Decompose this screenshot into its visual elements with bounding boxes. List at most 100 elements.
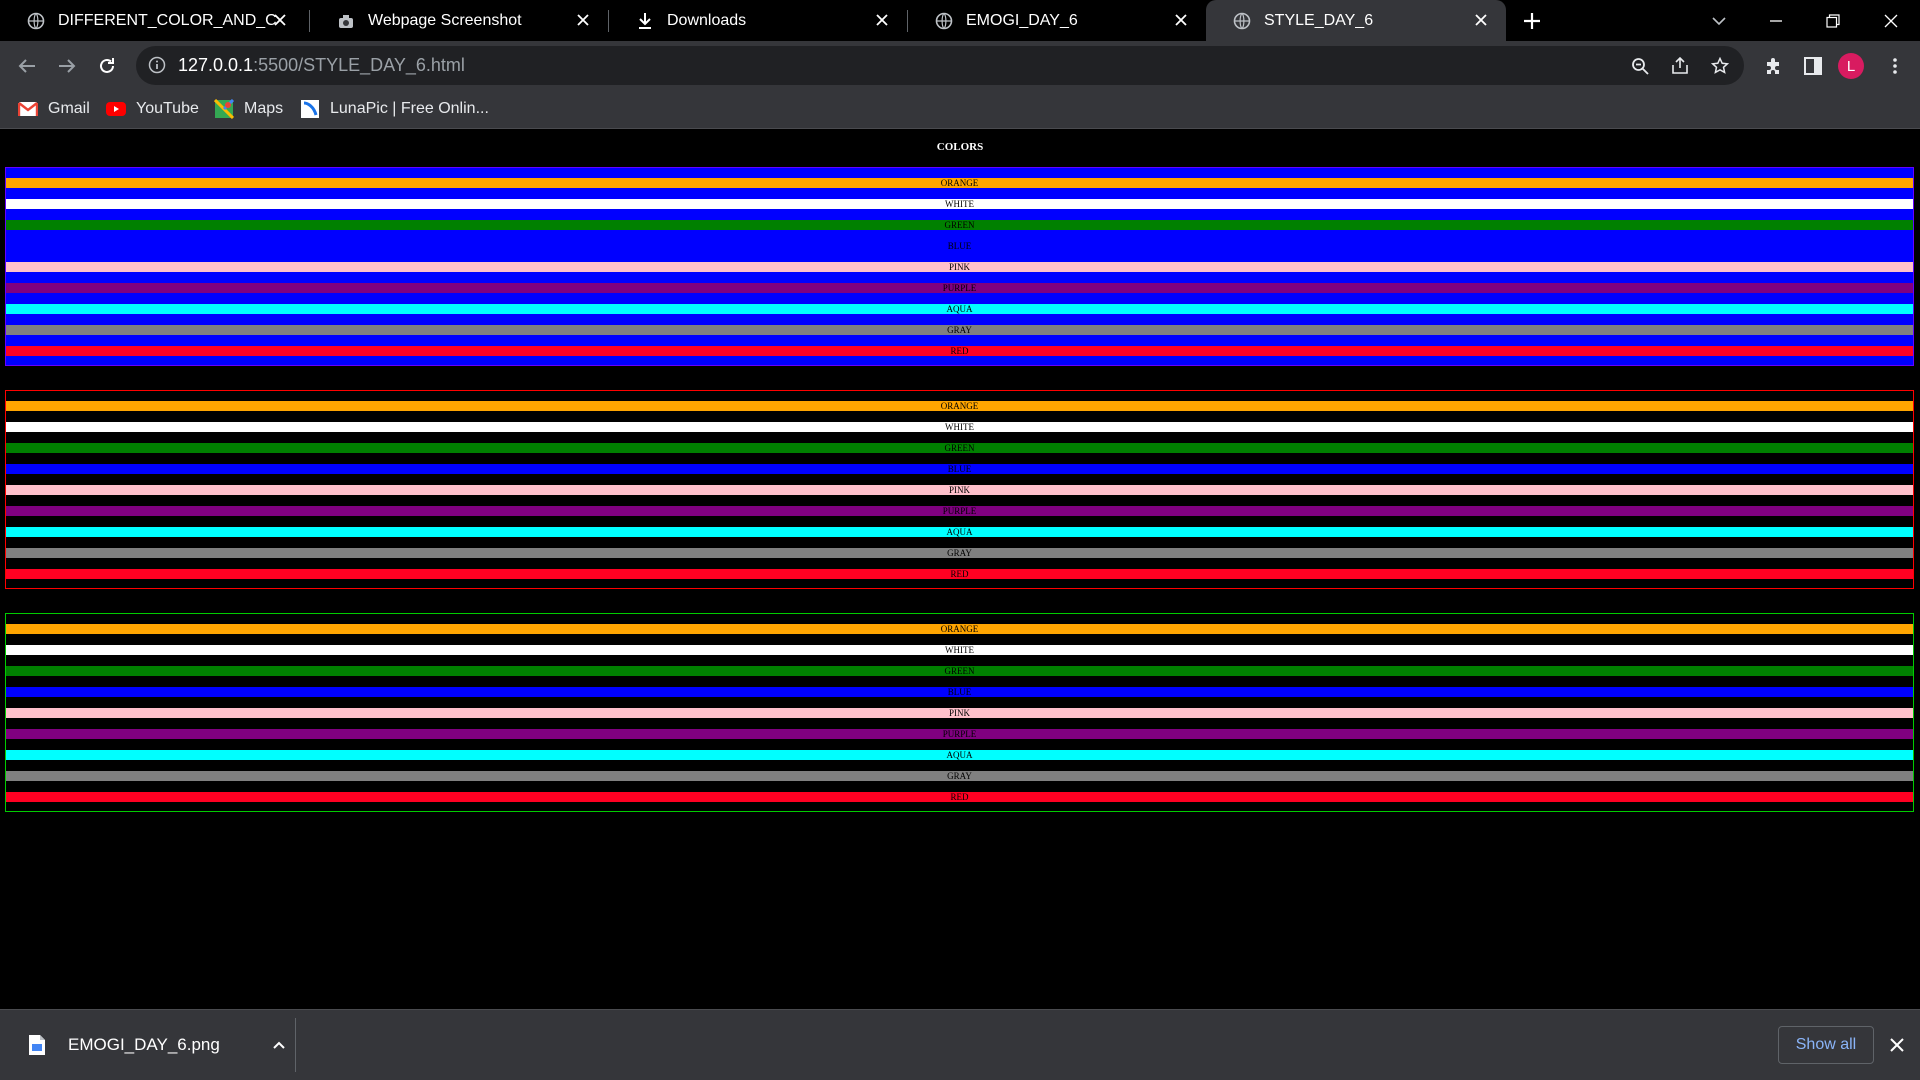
url-path: :5500/STYLE_DAY_6.html [253, 55, 465, 75]
forward-button[interactable] [50, 49, 84, 83]
band-label: RED [950, 569, 969, 579]
restore-button[interactable] [1818, 6, 1848, 36]
tab-style-day-6[interactable]: STYLE_DAY_6 [1206, 0, 1506, 41]
globe-icon [26, 11, 46, 31]
tab-different-color[interactable]: DIFFERENT_COLOR_AND_CUSTOM [0, 0, 305, 41]
band-gray: GRAY [6, 771, 1913, 781]
youtube-icon [106, 99, 126, 119]
download-divider [295, 1018, 296, 1072]
band-green: GREEN [6, 443, 1913, 453]
band-label: AQUA [946, 304, 973, 314]
band-label: BLUE [947, 241, 972, 251]
color-section-2: ORANGE WHITE GREEN BLUE PINK PURPLE AQUA… [5, 390, 1914, 589]
band-label: PINK [948, 485, 970, 495]
band-label: PINK [948, 708, 970, 718]
tab-title: STYLE_DAY_6 [1264, 11, 1374, 29]
reload-button[interactable] [90, 49, 124, 83]
globe-icon [934, 11, 954, 31]
extension-icon [336, 11, 356, 31]
band-label: GRAY [947, 548, 972, 558]
minimize-button[interactable] [1761, 6, 1791, 36]
band-blue: BLUE [6, 464, 1913, 474]
band-blue: BLUE [6, 241, 1913, 251]
band-label: BLUE [947, 687, 972, 697]
close-icon[interactable] [269, 9, 291, 31]
band-label: ORANGE [940, 401, 979, 411]
color-section-1: ORANGE WHITE GREEN BLUE PINK PURPLE AQUA… [5, 167, 1914, 366]
band-pink: PINK [6, 708, 1913, 718]
tab-webpage-screenshot[interactable]: Webpage Screenshot [310, 0, 608, 41]
bookmark-star-icon[interactable] [1706, 52, 1734, 80]
bookmark-lunapic[interactable]: LunaPic | Free Onlin... [300, 97, 489, 121]
close-icon[interactable] [1470, 9, 1492, 31]
share-icon[interactable] [1666, 52, 1694, 80]
download-item[interactable]: EMOGI_DAY_6.png [18, 1022, 294, 1068]
band-white: WHITE [6, 645, 1913, 655]
band-pink: PINK [6, 262, 1913, 272]
download-icon [635, 11, 655, 31]
close-icon[interactable] [1170, 9, 1192, 31]
file-icon [29, 1035, 45, 1055]
band-gray: GRAY [6, 548, 1913, 558]
info-icon[interactable] [148, 56, 166, 79]
page-viewport: COLORS ORANGE WHITE GREEN BLUE PINK PURP… [0, 129, 1920, 1009]
band-label: AQUA [946, 750, 973, 760]
band-white: WHITE [6, 422, 1913, 432]
band-label: PURPLE [942, 506, 977, 516]
tab-downloads[interactable]: Downloads [609, 0, 907, 41]
band-label: ORANGE [940, 178, 979, 188]
band-label: AQUA [946, 527, 973, 537]
close-icon[interactable] [871, 9, 893, 31]
tab-title: DIFFERENT_COLOR_AND_CUSTOM [58, 11, 276, 29]
bookmark-youtube[interactable]: YouTube [106, 97, 199, 121]
tab-emogi-day-6[interactable]: EMOGI_DAY_6 [908, 0, 1206, 41]
band-white: WHITE [6, 199, 1913, 209]
show-all-button[interactable]: Show all [1778, 1026, 1874, 1064]
tab-strip: DIFFERENT_COLOR_AND_CUSTOM Webpage Scree… [0, 0, 1920, 41]
bookmark-maps[interactable]: Maps [214, 97, 283, 121]
close-icon[interactable] [1884, 1032, 1910, 1058]
tab-title: Downloads [667, 11, 747, 29]
bookmark-label: Maps [244, 100, 284, 117]
profile-avatar[interactable]: L [1838, 53, 1864, 79]
bookmark-label: YouTube [136, 100, 199, 117]
bookmark-label: LunaPic | Free Onlin... [330, 100, 489, 117]
band-label: RED [950, 792, 969, 802]
url-text[interactable]: 127.0.0.1:5500/STYLE_DAY_6.html [178, 55, 465, 76]
band-green: GREEN [6, 220, 1913, 230]
bookmark-gmail[interactable]: Gmail [18, 97, 90, 121]
tab-title: Webpage Screenshot [368, 11, 522, 29]
band-label: GREEN [944, 443, 975, 453]
page-title: COLORS [936, 141, 984, 153]
band-purple: PURPLE [6, 283, 1913, 293]
band-label: WHITE [945, 645, 974, 655]
extensions-puzzle-icon[interactable] [1756, 49, 1790, 83]
band-green: GREEN [6, 666, 1913, 676]
bookmarks-bar: Gmail YouTube Maps LunaPic | Free Onlin.… [0, 90, 1920, 129]
new-tab-button[interactable] [1517, 6, 1547, 36]
menu-kebab-icon[interactable] [1878, 49, 1912, 83]
download-file-name: EMOGI_DAY_6.png [68, 1035, 220, 1054]
band-label: WHITE [945, 422, 974, 432]
zoom-icon[interactable] [1626, 52, 1654, 80]
browser-toolbar: 127.0.0.1:5500/STYLE_DAY_6.html L [0, 41, 1920, 90]
band-label: RED [950, 346, 969, 356]
band-orange: ORANGE [6, 624, 1913, 634]
band-purple: PURPLE [6, 729, 1913, 739]
band-orange: ORANGE [6, 178, 1913, 188]
maps-icon [214, 99, 234, 119]
tab-search-button[interactable] [1704, 6, 1734, 36]
band-purple: PURPLE [6, 506, 1913, 516]
band-label: GRAY [947, 771, 972, 781]
band-gray: GRAY [6, 325, 1913, 335]
close-window-button[interactable] [1876, 6, 1906, 36]
address-bar[interactable]: 127.0.0.1:5500/STYLE_DAY_6.html [136, 46, 1744, 85]
band-label: GREEN [944, 220, 975, 230]
band-aqua: AQUA [6, 304, 1913, 314]
side-panel-icon[interactable] [1796, 49, 1830, 83]
bookmark-label: Gmail [48, 100, 90, 117]
chevron-up-icon[interactable] [272, 1034, 286, 1061]
back-button[interactable] [10, 49, 44, 83]
close-icon[interactable] [572, 9, 594, 31]
band-label: WHITE [945, 199, 974, 209]
